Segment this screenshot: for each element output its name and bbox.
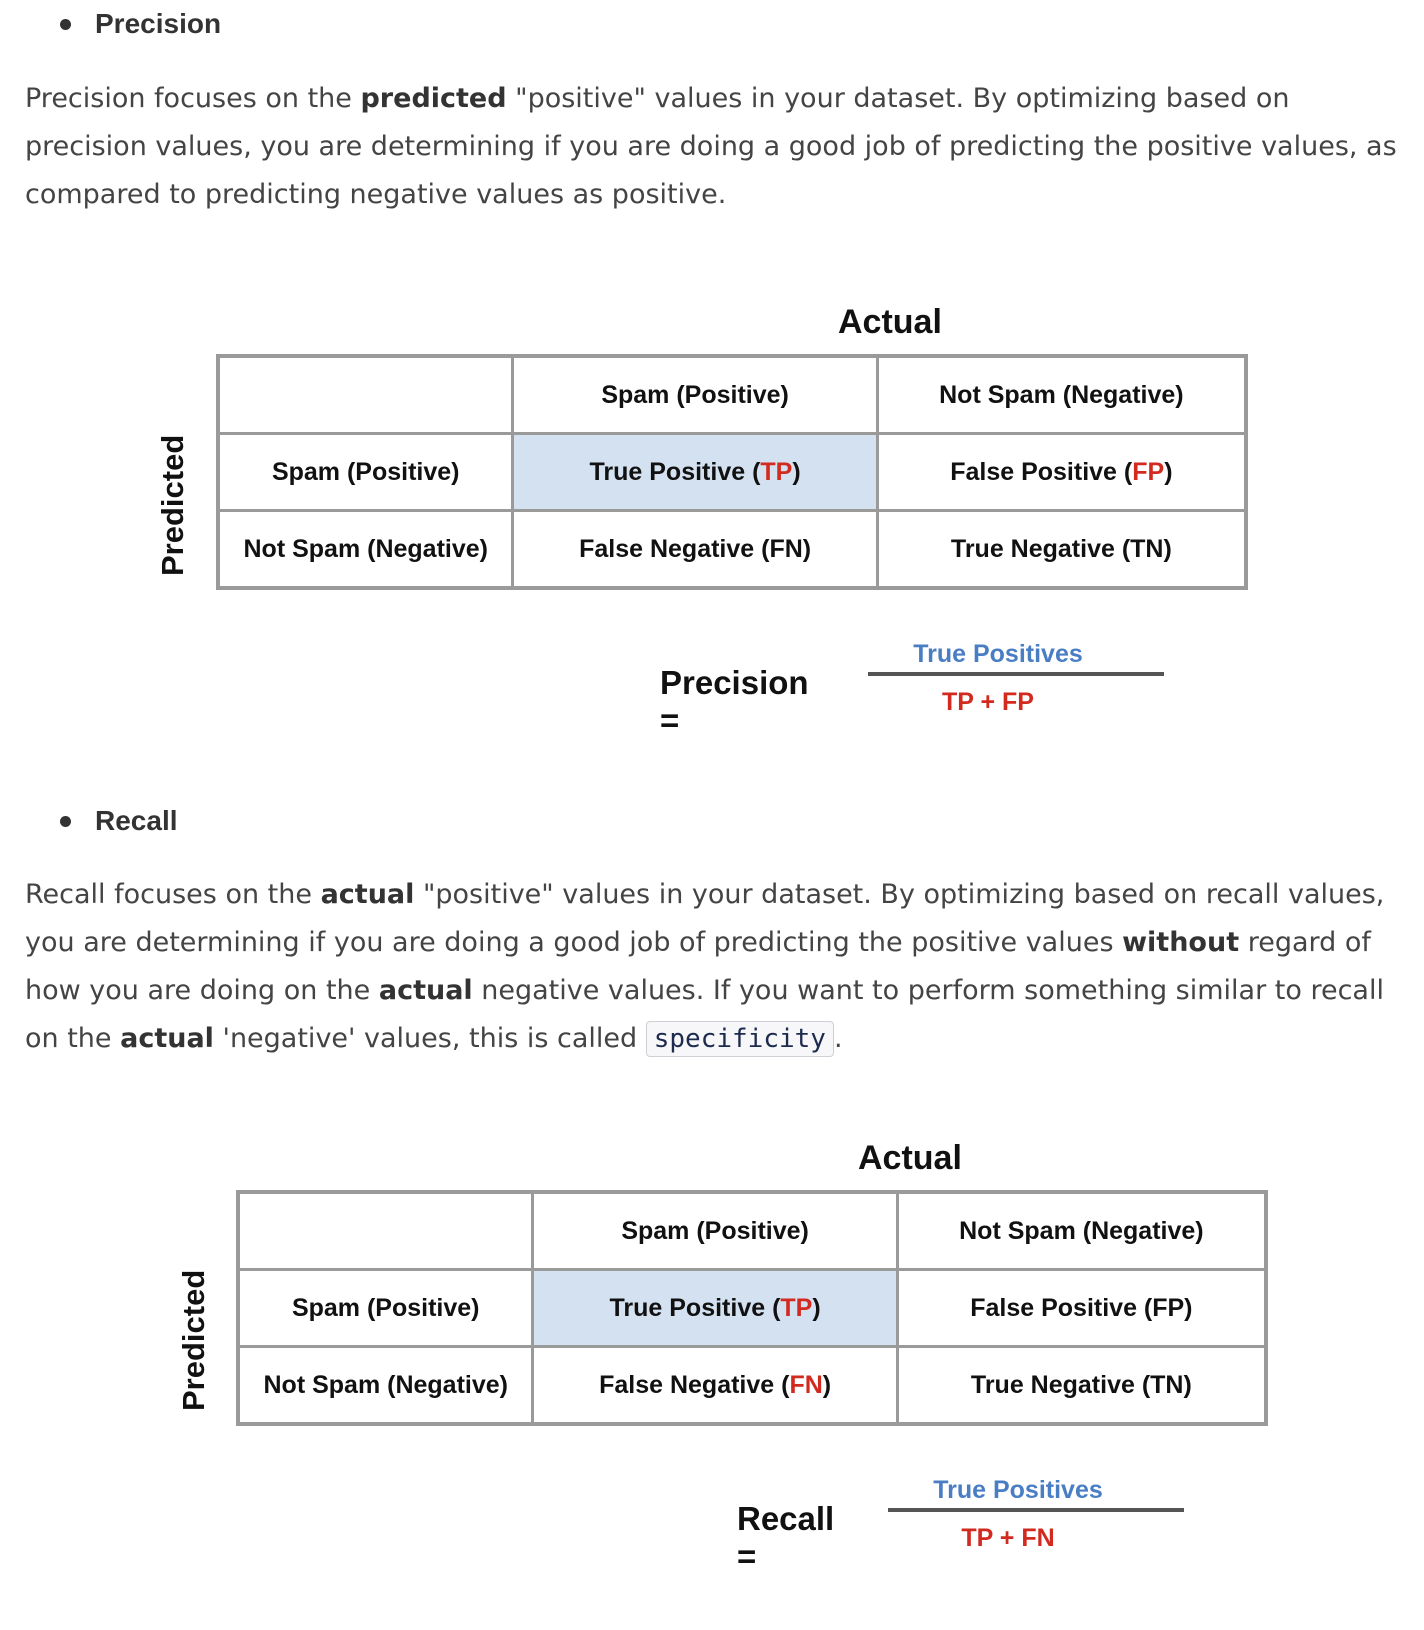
confusion-matrix: Spam (Positive) Not Spam (Negative) Spam… xyxy=(236,1190,1268,1426)
cell-false-positive: False Positive (FP) xyxy=(895,1268,1268,1348)
cell-true-positive: True Positive (TP) xyxy=(511,432,879,512)
bold-text: actual xyxy=(120,1023,214,1054)
text-run: Recall focuses on the xyxy=(25,879,321,910)
confusion-matrix: Spam (Positive) Not Spam (Negative) Spam… xyxy=(216,354,1248,590)
empty-corner-cell xyxy=(216,354,515,435)
header-row: Spam (Positive) Not Spam (Negative) xyxy=(236,1190,1268,1271)
empty-corner-cell xyxy=(236,1190,535,1271)
bold-text: actual xyxy=(320,879,415,910)
cell-true-negative: True Negative (TN) xyxy=(895,1345,1268,1426)
col-header-spam: Spam (Positive) xyxy=(511,354,879,435)
formula-numerator: True Positives xyxy=(933,1476,1103,1504)
bullet-dot xyxy=(60,18,71,30)
formula-denominator: TP + FP xyxy=(942,688,1034,716)
precision-paragraph: Precision focuses on the predicted "posi… xyxy=(25,75,1415,219)
predicted-axis-label: Predicted xyxy=(176,1269,211,1411)
cell-text: ) xyxy=(812,1293,821,1322)
fraction-line xyxy=(868,672,1164,676)
formula-numerator: True Positives xyxy=(913,640,1083,668)
cell-false-positive: False Positive (FP) xyxy=(875,432,1248,512)
cell-abbr: TP xyxy=(760,457,793,486)
precision-heading: Precision xyxy=(95,8,222,39)
cell-true-positive: True Positive (TP) xyxy=(531,1268,899,1348)
formula-denominator: TP + FN xyxy=(961,1524,1055,1552)
cell-abbr: TP xyxy=(780,1293,813,1322)
row-spam: Spam (Positive) True Positive (TP) False… xyxy=(216,432,1248,512)
actual-axis-label: Actual xyxy=(858,1139,962,1177)
row-header-not-spam: Not Spam (Negative) xyxy=(216,509,515,590)
cell-text: True Positive ( xyxy=(609,1293,781,1322)
precision-bullet: Precision xyxy=(60,8,221,40)
col-header-spam: Spam (Positive) xyxy=(531,1190,899,1271)
recall-bullet: Recall xyxy=(60,805,178,837)
bold-text: actual xyxy=(378,975,473,1006)
text-run: . xyxy=(833,1023,843,1054)
text-run: 'negative' values, this is called xyxy=(213,1023,646,1054)
precision-formula-label: Precision = xyxy=(660,664,809,739)
cell-text: ) xyxy=(822,1370,832,1399)
cell-false-negative: False Negative (FN) xyxy=(511,509,879,590)
col-header-not-spam: Not Spam (Negative) xyxy=(875,354,1248,435)
row-header-spam: Spam (Positive) xyxy=(236,1268,535,1348)
text-run: Precision focuses on the xyxy=(25,83,361,114)
recall-paragraph: Recall focuses on the actual "positive" … xyxy=(25,871,1415,1063)
cell-text: True Positive ( xyxy=(589,457,761,486)
recall-formula-label: Recall = xyxy=(737,1500,835,1575)
cell-abbr: FP xyxy=(1132,457,1165,486)
actual-axis-label: Actual xyxy=(838,303,942,341)
bold-text: without xyxy=(1122,927,1240,958)
cell-text: ) xyxy=(792,457,801,486)
cell-true-negative: True Negative (TN) xyxy=(875,509,1248,590)
cell-abbr: FN xyxy=(789,1370,823,1399)
row-not-spam: Not Spam (Negative) False Negative (FN) … xyxy=(236,1345,1268,1426)
row-not-spam: Not Spam (Negative) False Negative (FN) … xyxy=(216,509,1248,590)
recall-heading: Recall xyxy=(95,805,178,836)
col-header-not-spam: Not Spam (Negative) xyxy=(895,1190,1268,1271)
fraction-line xyxy=(888,1508,1184,1512)
cell-text: False Positive ( xyxy=(950,457,1133,486)
cell-text: False Negative ( xyxy=(599,1370,790,1399)
predicted-axis-label: Predicted xyxy=(155,434,190,576)
row-header-spam: Spam (Positive) xyxy=(216,432,515,512)
row-header-not-spam: Not Spam (Negative) xyxy=(236,1345,535,1426)
row-spam: Spam (Positive) True Positive (TP) False… xyxy=(236,1268,1268,1348)
bullet-dot xyxy=(60,815,71,827)
header-row: Spam (Positive) Not Spam (Negative) xyxy=(216,354,1248,435)
cell-text: ) xyxy=(1164,457,1173,486)
cell-false-negative: False Negative (FN) xyxy=(531,1345,899,1426)
bold-text: predicted xyxy=(360,83,507,114)
inline-code: specificity xyxy=(645,1021,834,1057)
